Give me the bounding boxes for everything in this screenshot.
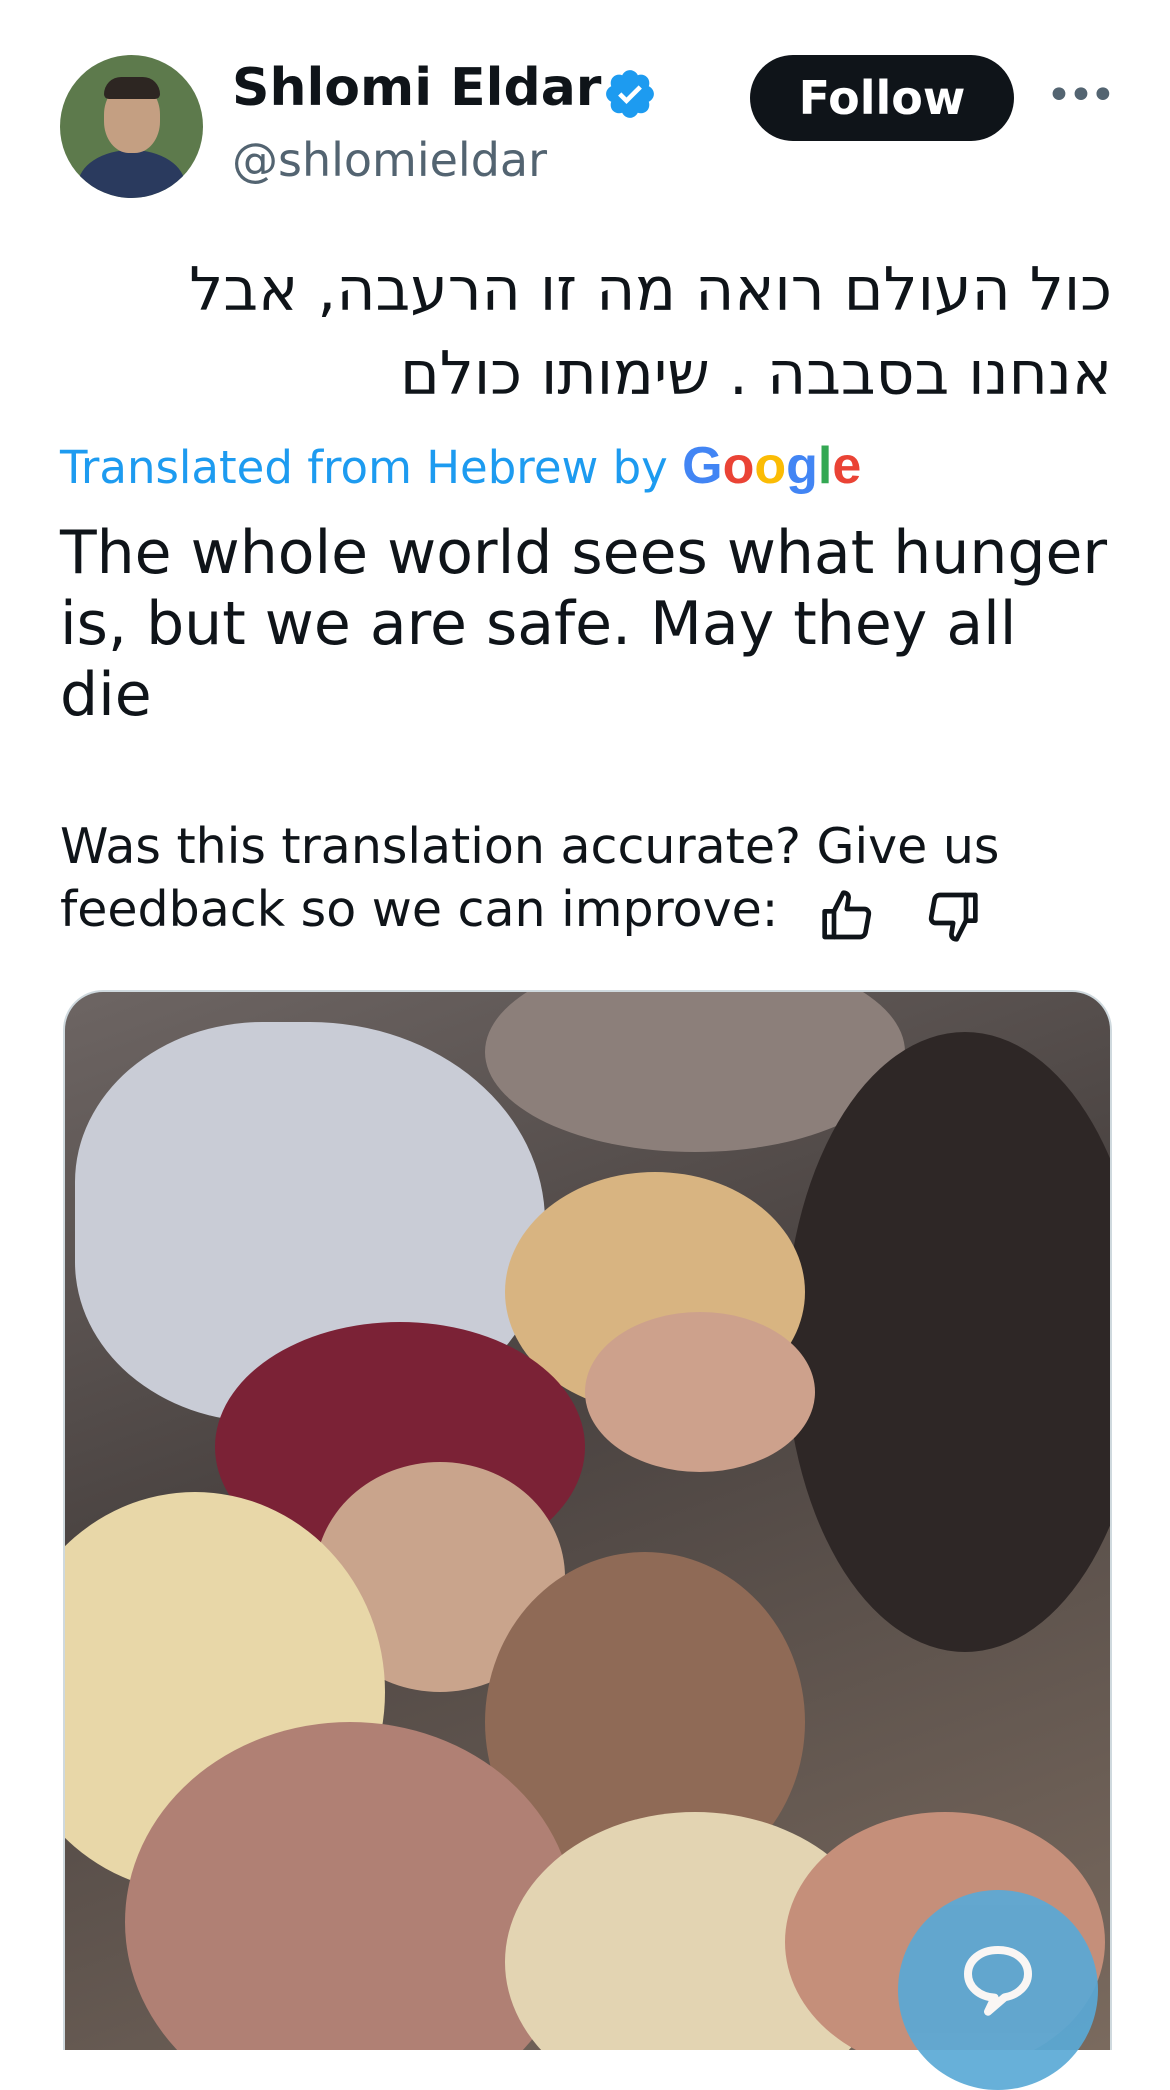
tweet-media-photo[interactable] — [63, 990, 1112, 2050]
tweet-translated-text: The whole world sees what hunger is, but… — [60, 518, 1108, 730]
tweet-original-text: כול העולם רואה מה זו הרעבה, אבל אנחנו בס… — [189, 255, 1112, 409]
follow-button[interactable]: Follow — [750, 55, 1014, 141]
verified-badge-icon — [606, 70, 654, 118]
chat-bubble-button[interactable] — [898, 1890, 1098, 2090]
more-options-icon[interactable]: ••• — [1046, 74, 1116, 118]
author-display-name[interactable]: Shlomi Eldar — [232, 56, 601, 120]
author-avatar[interactable] — [60, 55, 203, 198]
chat-bubble-icon — [964, 1946, 1032, 2016]
translation-attribution: Translated from Hebrew by Google — [60, 436, 861, 498]
thumbs-down-icon[interactable] — [924, 888, 980, 944]
google-logo: Google — [682, 437, 862, 495]
avatar-hair — [104, 77, 160, 99]
avatar-shirt — [78, 150, 185, 198]
photo-region — [585, 1312, 815, 1472]
thumbs-up-icon[interactable] — [820, 888, 876, 944]
author-handle[interactable]: @shlomieldar — [232, 130, 547, 190]
translated-from-label[interactable]: Translated from Hebrew by — [60, 441, 668, 494]
translation-feedback-prompt: Was this translation accurate? Give us f… — [60, 818, 1000, 938]
